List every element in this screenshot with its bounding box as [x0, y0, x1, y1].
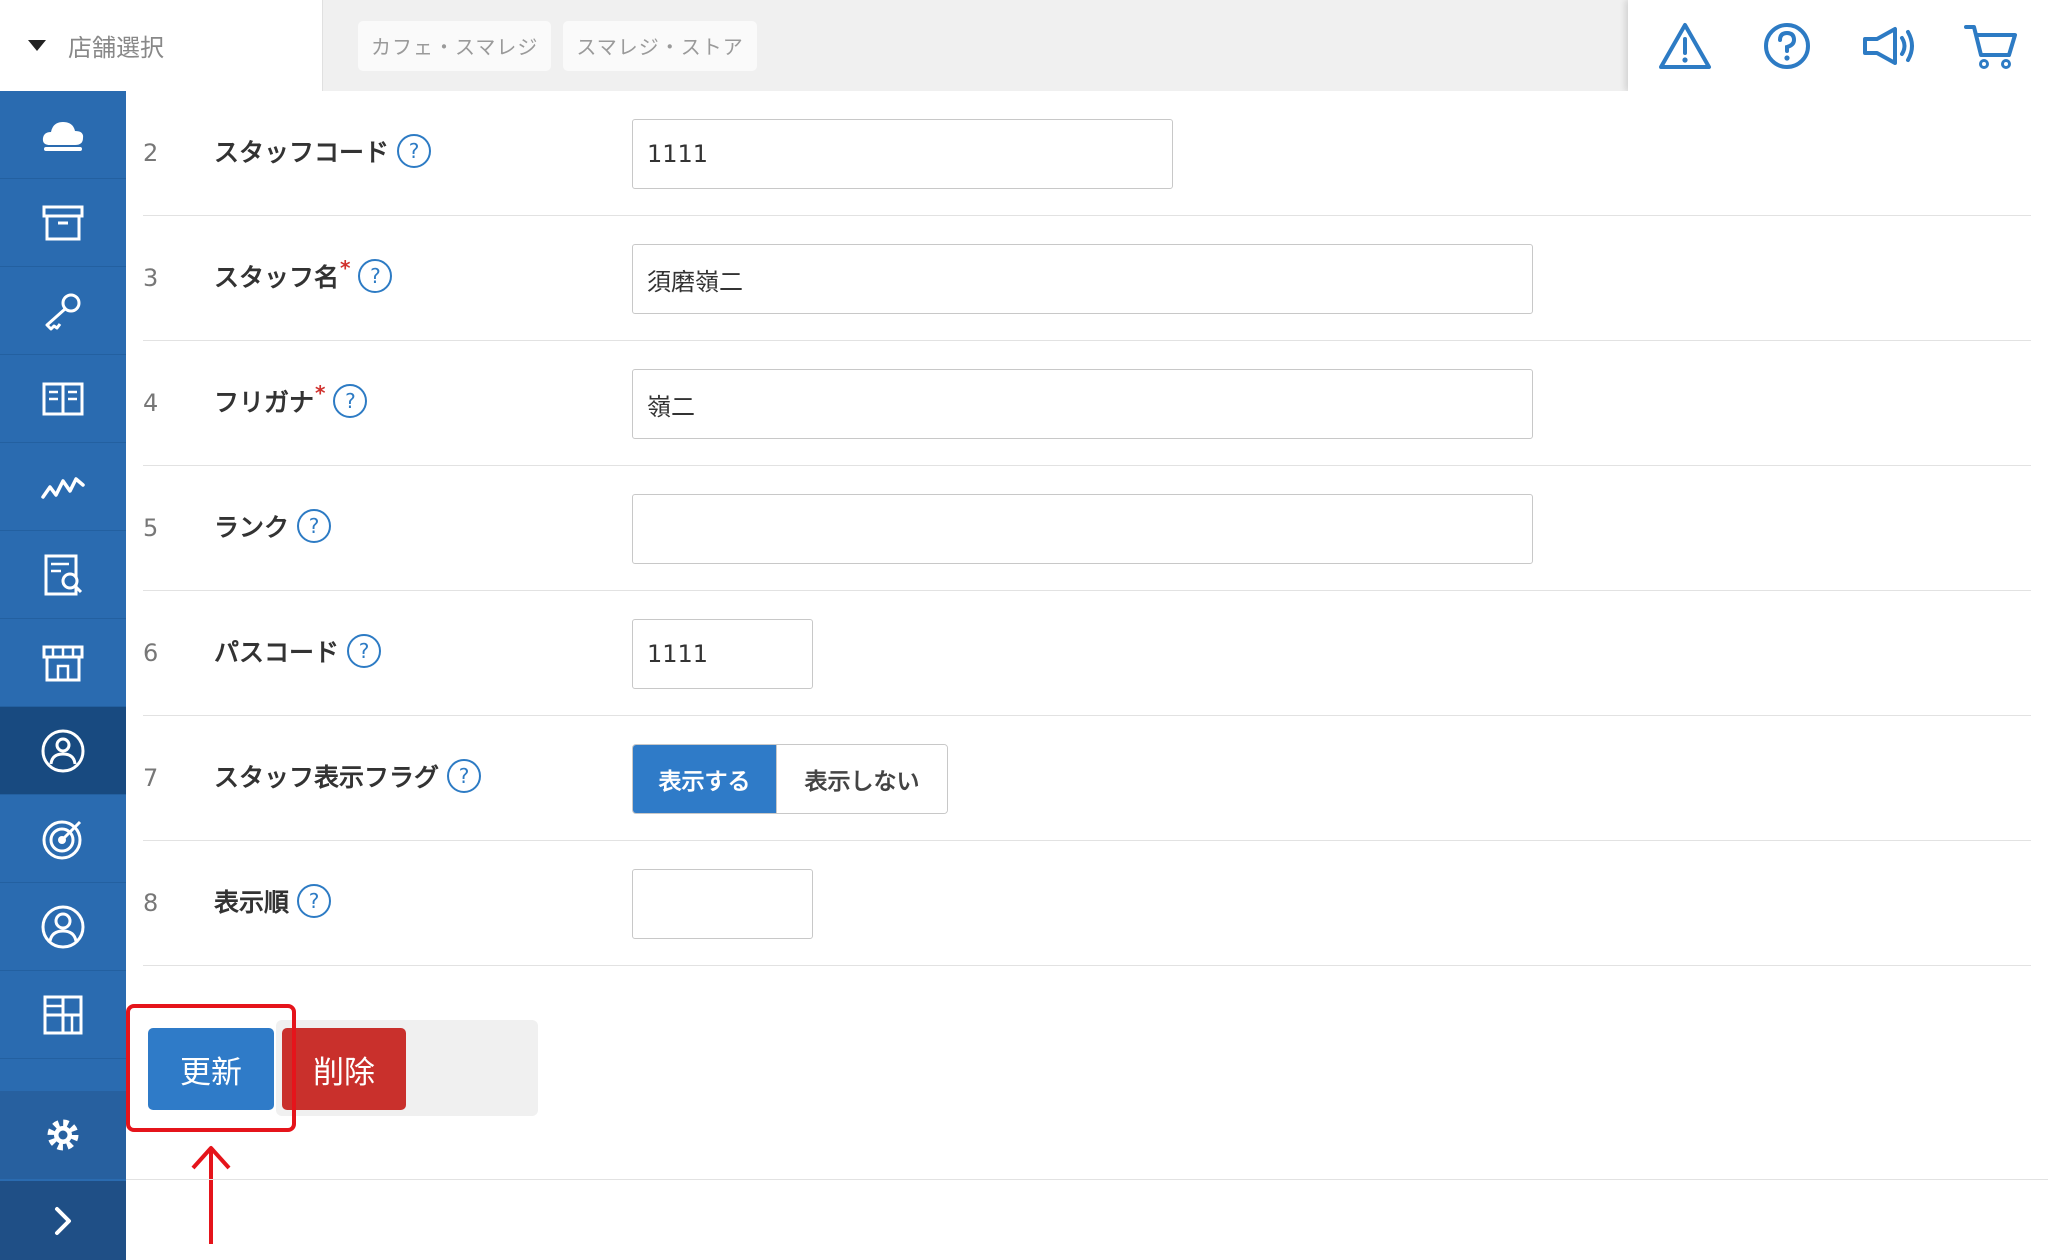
form-row-staff-code: 2 スタッフコード? 1111 [143, 91, 2031, 216]
form-row-passcode: 6 パスコード? 1111 [143, 591, 2031, 716]
megaphone-icon[interactable] [1859, 16, 1919, 76]
warning-icon[interactable] [1655, 16, 1715, 76]
caret-down-icon [28, 40, 46, 51]
store-tab-store[interactable]: スマレジ・ストア [563, 20, 757, 71]
help-icon[interactable]: ? [297, 884, 332, 918]
staff-icon [41, 729, 85, 772]
help-circle-icon[interactable] [1757, 16, 1817, 76]
cloud-icon [42, 121, 84, 151]
staff-name-input[interactable]: 須磨嶺二 [632, 244, 1533, 314]
help-icon[interactable]: ? [397, 134, 432, 168]
chevron-right-icon [55, 1206, 71, 1235]
label-text: ランク [214, 513, 290, 542]
sidebar-item-target[interactable] [0, 795, 126, 883]
annotation-highlight-box [126, 1004, 296, 1132]
sidebar-item-book[interactable] [0, 355, 126, 443]
required-mark: * [315, 381, 326, 405]
rank-input[interactable] [632, 494, 1533, 564]
top-icons [1628, 0, 2048, 91]
form-row-staff-name: 3 スタッフ名 *? 須磨嶺二 [143, 216, 2031, 341]
sidebar [0, 91, 126, 1260]
sidebar-item-store[interactable] [0, 619, 126, 707]
target-icon [42, 820, 82, 859]
cart-icon[interactable] [1961, 16, 2021, 76]
form-row-rank: 5 ランク? [143, 466, 2031, 591]
label-text: スタッフ名 [214, 263, 340, 292]
passcode-input[interactable]: 1111 [632, 619, 813, 689]
sidebar-item-key[interactable] [0, 267, 126, 355]
book-icon [42, 382, 84, 415]
sidebar-item-cloud[interactable] [0, 91, 126, 179]
divider [126, 1179, 2048, 1180]
annotation-arrow-up-icon [191, 1146, 231, 1244]
required-mark: * [340, 256, 351, 280]
sidebar-item-grid[interactable] [0, 971, 126, 1059]
display-off-option[interactable]: 表示しない [776, 745, 947, 813]
row-number: 5 [143, 514, 159, 542]
row-label: パスコード? [214, 633, 382, 669]
row-label: スタッフ表示フラグ? [214, 758, 482, 794]
row-label: スタッフコード? [214, 133, 432, 169]
row-label: スタッフ名 *? [214, 256, 393, 294]
row-label: フリガナ *? [214, 381, 368, 419]
label-text: スタッフ表示フラグ [214, 763, 440, 792]
form-row-furigana: 4 フリガナ *? 嶺二 [143, 341, 2031, 466]
form-row-display-order: 8 表示順? [143, 841, 2031, 966]
gear-icon [47, 1119, 79, 1151]
display-on-option[interactable]: 表示する [633, 745, 776, 813]
help-icon[interactable]: ? [297, 509, 332, 543]
expand-sidebar-button[interactable] [0, 1181, 126, 1260]
delete-button[interactable]: 削除 [282, 1028, 406, 1110]
row-label: 表示順? [214, 883, 332, 919]
report-icon [44, 554, 83, 595]
store-icon [42, 645, 84, 681]
row-number: 7 [143, 764, 159, 792]
label-text: フリガナ [214, 388, 315, 417]
store-select-dropdown[interactable]: 店舗選択 [0, 0, 323, 91]
row-label: ランク? [214, 508, 332, 544]
help-icon[interactable]: ? [333, 384, 368, 418]
row-number: 6 [143, 639, 159, 667]
staff-edit-form: 2 スタッフコード? 1111 3 スタッフ名 *? 須磨嶺二 4 フリガナ *? … [126, 91, 2048, 1260]
label-text: 表示順 [214, 888, 290, 917]
label-text: パスコード [214, 638, 340, 667]
display-flag-toggle: 表示する 表示しない [632, 744, 948, 814]
help-icon[interactable]: ? [447, 759, 482, 793]
key-icon [45, 293, 81, 330]
chart-icon [41, 476, 85, 499]
furigana-input[interactable]: 嶺二 [632, 369, 1533, 439]
row-number: 3 [143, 264, 159, 292]
settings-button[interactable] [0, 1091, 126, 1179]
display-order-input[interactable] [632, 869, 813, 939]
form-row-display-flag: 7 スタッフ表示フラグ? 表示する 表示しない [143, 716, 2031, 841]
box-icon [42, 205, 84, 240]
store-select-label: 店舗選択 [68, 34, 164, 62]
sidebar-item-box[interactable] [0, 179, 126, 267]
row-number: 4 [143, 389, 159, 417]
sidebar-item-staff[interactable] [0, 707, 126, 795]
store-tab-cafe[interactable]: カフェ・スマレジ [358, 20, 552, 71]
row-number: 8 [143, 889, 159, 917]
user-icon [41, 905, 85, 948]
row-number: 2 [143, 139, 159, 167]
help-icon[interactable]: ? [347, 634, 382, 668]
store-tabs: カフェ・スマレジ スマレジ・ストア [323, 0, 1628, 91]
grid-icon [43, 995, 83, 1034]
sidebar-item-report[interactable] [0, 531, 126, 619]
sidebar-item-user[interactable] [0, 883, 126, 971]
staff-code-input[interactable]: 1111 [632, 119, 1173, 189]
label-text: スタッフコード [214, 138, 390, 167]
sidebar-item-chart[interactable] [0, 443, 126, 531]
help-icon[interactable]: ? [358, 259, 393, 293]
top-bar: 店舗選択 カフェ・スマレジ スマレジ・ストア [0, 0, 2048, 91]
